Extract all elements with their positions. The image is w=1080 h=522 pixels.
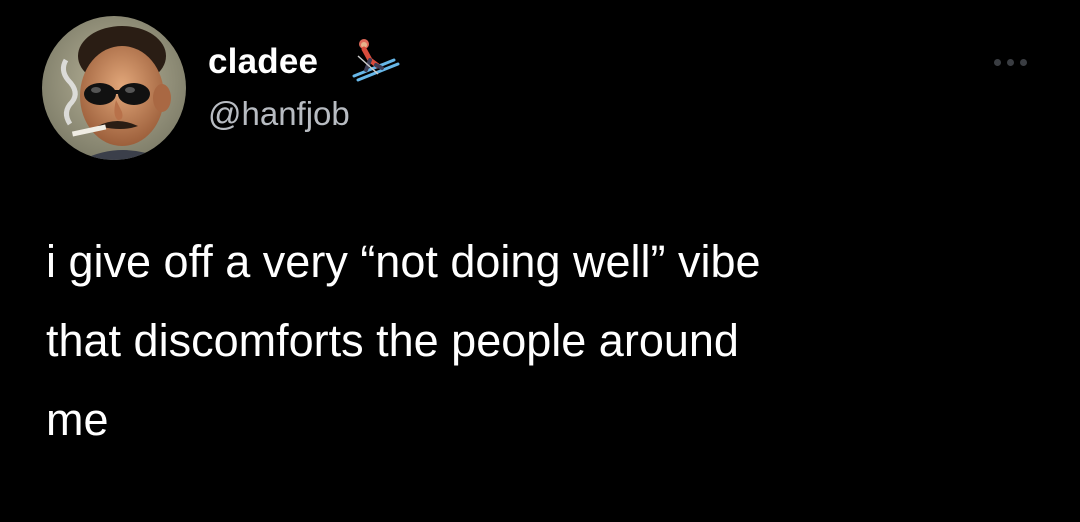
ellipsis-icon[interactable] [992, 52, 1032, 72]
display-name[interactable]: cladee [208, 42, 318, 82]
avatar-image [42, 16, 186, 160]
tweet-text: i give off a very “not doing well” vibe … [46, 236, 761, 445]
tweet-card: cladee @hanfjob i give off a very “not d… [0, 0, 1080, 522]
user-handle[interactable]: @hanfjob [208, 95, 350, 133]
avatar[interactable] [42, 16, 186, 160]
skier-emoji-icon [348, 36, 400, 82]
